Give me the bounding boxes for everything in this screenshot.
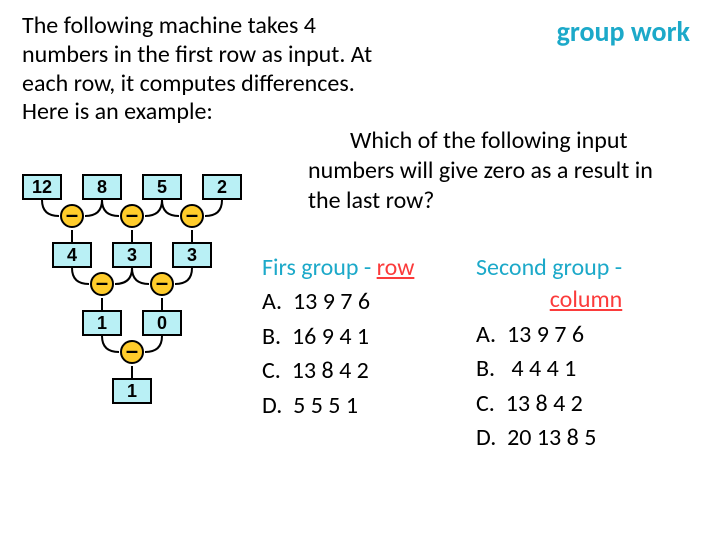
intro-text: The following machine takes 4 numbers in…: [22, 12, 382, 127]
first-group: Firs group - row A. 13 9 7 6 B. 16 9 4 1…: [262, 252, 472, 422]
cell-r0-2: 5: [142, 174, 182, 200]
second-group-options: A. 13 9 7 6 B. 4 4 4 1 C. 13 8 4 2 D. 20…: [476, 319, 696, 455]
question-text: Which of the following input numbers wil…: [308, 126, 688, 216]
cell-r3-0: 1: [112, 378, 152, 404]
minus-icon: –: [150, 272, 174, 296]
difference-machine-diagram: 12 8 5 2 – – – 4 3 3 – – 1 0 – 1: [14, 172, 262, 442]
cell-r0-1: 8: [82, 174, 122, 200]
minus-icon: –: [90, 272, 114, 296]
cell-r1-0: 4: [52, 242, 92, 268]
first-group-label: row: [377, 253, 415, 282]
minus-icon: –: [120, 340, 144, 364]
cell-r1-2: 3: [172, 242, 212, 268]
option-d: D. 5 5 5 1: [262, 390, 472, 422]
cell-r2-1: 0: [142, 310, 182, 336]
option-c: C. 13 8 4 2: [476, 388, 696, 420]
group-work-label: group work: [557, 14, 690, 49]
minus-icon: –: [180, 204, 204, 228]
cell-r1-1: 3: [112, 242, 152, 268]
option-a: A. 13 9 7 6: [262, 286, 472, 318]
second-group: Second group - column A. 13 9 7 6 B. 4 4…: [476, 252, 696, 454]
option-b: B. 4 4 4 1: [476, 353, 696, 385]
option-a: A. 13 9 7 6: [476, 319, 696, 351]
cell-r0-0: 12: [22, 174, 62, 200]
cell-r0-3: 2: [202, 174, 242, 200]
minus-icon: –: [120, 204, 144, 228]
second-group-label: column: [476, 284, 696, 316]
option-d: D. 20 13 8 5: [476, 422, 696, 454]
minus-icon: –: [60, 204, 84, 228]
option-b: B. 16 9 4 1: [262, 321, 472, 353]
first-group-title: Firs group -: [262, 253, 377, 282]
second-group-title: Second group -: [476, 253, 622, 282]
cell-r2-0: 1: [82, 310, 122, 336]
first-group-options: A. 13 9 7 6 B. 16 9 4 1 C. 13 8 4 2 D. 5…: [262, 286, 472, 422]
option-c: C. 13 8 4 2: [262, 355, 472, 387]
